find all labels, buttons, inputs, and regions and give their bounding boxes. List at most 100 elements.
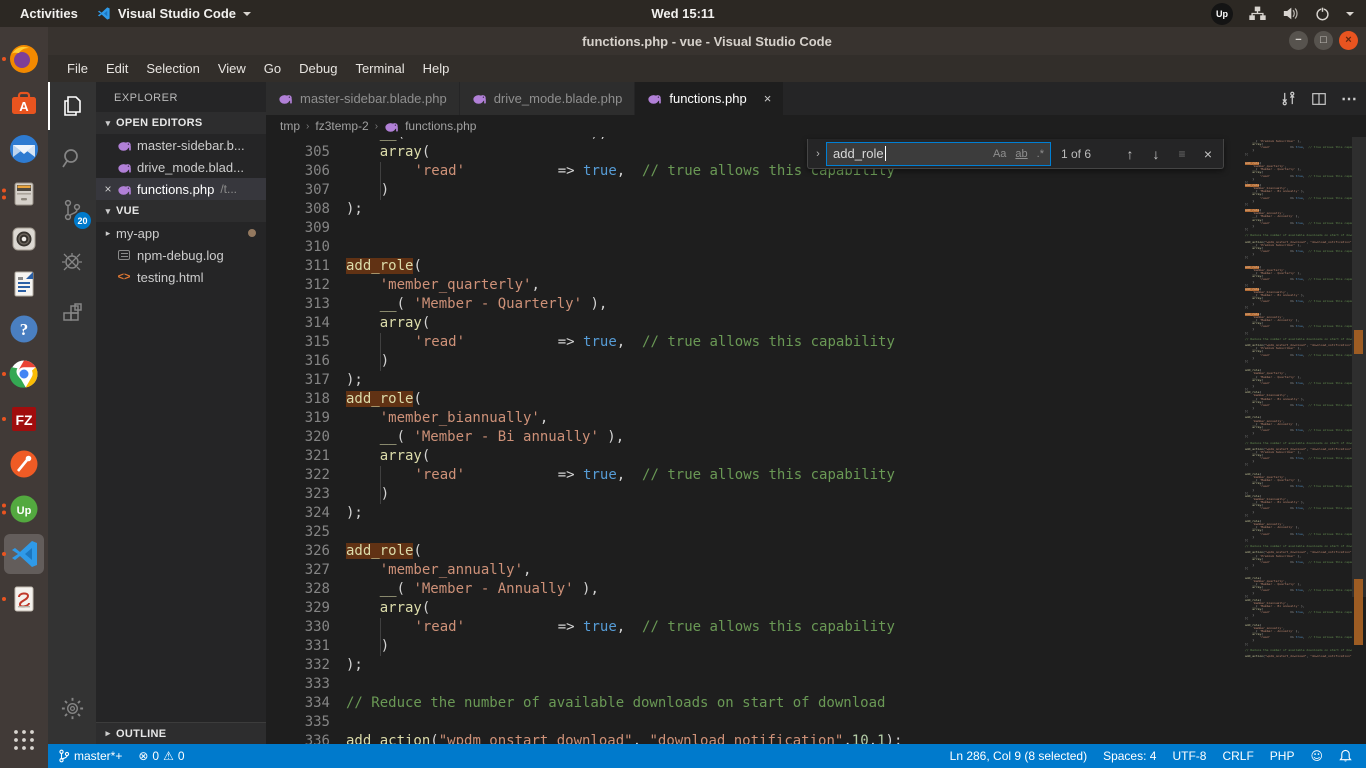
- tree-item-testing-html[interactable]: <>testing.html: [96, 266, 266, 288]
- menu-item-edit[interactable]: Edit: [97, 57, 137, 80]
- window-title-bar[interactable]: functions.php - vue - Visual Studio Code…: [48, 27, 1366, 55]
- split-editor-icon[interactable]: [1311, 91, 1327, 107]
- dock-item-libreoffice-writer[interactable]: [0, 261, 48, 306]
- code-line[interactable]: 332);: [266, 656, 1256, 675]
- dock-item-document-viewer[interactable]: [0, 576, 48, 621]
- breadcrumb-item[interactable]: tmp: [280, 119, 300, 133]
- debug-activity-button[interactable]: [48, 238, 96, 286]
- close-button[interactable]: ×: [1339, 31, 1358, 50]
- source-control-activity-button[interactable]: 20: [48, 186, 96, 234]
- tree-item-npm-debug-log[interactable]: npm-debug.log: [96, 244, 266, 266]
- code-line[interactable]: 316 ): [266, 352, 1256, 371]
- breadcrumb-item[interactable]: fz3temp-2: [315, 119, 368, 133]
- close-editor-icon[interactable]: ×: [100, 182, 116, 196]
- scrollbar-thumb[interactable]: [1352, 137, 1366, 597]
- code-line[interactable]: 310: [266, 238, 1256, 257]
- notifications-bell-icon[interactable]: [1331, 744, 1360, 768]
- next-match-button[interactable]: ↓: [1145, 143, 1167, 165]
- code-line[interactable]: 325: [266, 523, 1256, 542]
- open-changes-icon[interactable]: [1280, 90, 1297, 107]
- language-mode-status[interactable]: PHP: [1262, 744, 1303, 768]
- extensions-activity-button[interactable]: [48, 290, 96, 338]
- menu-item-terminal[interactable]: Terminal: [346, 57, 413, 80]
- code-line[interactable]: 323 ): [266, 485, 1256, 504]
- toggle-replace-chevron-icon[interactable]: ›: [810, 148, 826, 160]
- dock-item-ubuntu-software[interactable]: A: [0, 81, 48, 126]
- code-line[interactable]: 324);: [266, 504, 1256, 523]
- code-line[interactable]: 330 'read' => true, // true allows this …: [266, 618, 1256, 637]
- previous-match-button[interactable]: ↑: [1119, 143, 1141, 165]
- maximize-button[interactable]: □: [1314, 31, 1333, 50]
- menu-item-view[interactable]: View: [209, 57, 255, 80]
- editor-scrollbar[interactable]: [1352, 115, 1366, 744]
- tree-item-my-app[interactable]: ▸my-app: [96, 222, 266, 244]
- dock-item-show-applications[interactable]: [0, 717, 48, 762]
- code-area[interactable]: 304 __( 'Premium Subscriber' ),305 array…: [266, 124, 1256, 751]
- find-in-selection-button[interactable]: ≡: [1171, 143, 1193, 165]
- dock-item-chrome[interactable]: [0, 351, 48, 396]
- code-line[interactable]: 329 array(: [266, 599, 1256, 618]
- whole-word-toggle[interactable]: ab: [1012, 147, 1030, 161]
- upwork-tray-icon[interactable]: Up: [1211, 3, 1233, 25]
- network-icon[interactable]: [1249, 6, 1266, 21]
- indentation-status[interactable]: Spaces: 4: [1095, 744, 1164, 768]
- code-line[interactable]: 333: [266, 675, 1256, 694]
- code-line[interactable]: 321 array(: [266, 447, 1256, 466]
- search-activity-button[interactable]: [48, 134, 96, 182]
- dock-item-postman[interactable]: [0, 441, 48, 486]
- more-actions-icon[interactable]: ⋯: [1341, 89, 1358, 109]
- system-menu-caret-icon[interactable]: [1346, 12, 1354, 16]
- menu-item-file[interactable]: File: [58, 57, 97, 80]
- dock-item-files[interactable]: [0, 171, 48, 216]
- code-line[interactable]: 335: [266, 713, 1256, 732]
- tab-master-sidebar-blade-php[interactable]: master-sidebar.blade.php: [266, 82, 460, 115]
- tab-drive-mode-blade-php[interactable]: drive_mode.blade.php: [460, 82, 636, 115]
- menu-item-go[interactable]: Go: [255, 57, 290, 80]
- breadcrumb-item[interactable]: functions.php: [405, 119, 476, 133]
- project-section-header[interactable]: ▾ VUE: [96, 200, 266, 222]
- dock-item-help[interactable]: ?: [0, 306, 48, 351]
- close-tab-icon[interactable]: ×: [764, 91, 772, 106]
- outline-section-header[interactable]: ▸ OUTLINE: [96, 722, 266, 744]
- open-editor-item[interactable]: ×functions.php/t...: [96, 178, 266, 200]
- open-editor-item[interactable]: master-sidebar.b...: [96, 134, 266, 156]
- code-line[interactable]: 322 'read' => true, // true allows this …: [266, 466, 1256, 485]
- code-line[interactable]: 308);: [266, 200, 1256, 219]
- code-line[interactable]: 326add_role(: [266, 542, 1256, 561]
- dock-item-firefox[interactable]: [0, 36, 48, 81]
- close-find-button[interactable]: ×: [1197, 143, 1219, 165]
- code-line[interactable]: 313 __( 'Member - Quarterly' ),: [266, 295, 1256, 314]
- code-line[interactable]: 319 'member_biannually',: [266, 409, 1256, 428]
- code-line[interactable]: 327 'member_annually',: [266, 561, 1256, 580]
- feedback-smiley-icon[interactable]: ☺: [1302, 744, 1331, 768]
- menu-item-debug[interactable]: Debug: [290, 57, 346, 80]
- code-line[interactable]: 320 __( 'Member - Bi annually' ),: [266, 428, 1256, 447]
- dock-item-rhythmbox[interactable]: [0, 216, 48, 261]
- regex-toggle[interactable]: .*: [1034, 147, 1047, 161]
- volume-icon[interactable]: [1282, 6, 1299, 21]
- open-editor-item[interactable]: drive_mode.blad...: [96, 156, 266, 178]
- code-line[interactable]: 334// Reduce the number of available dow…: [266, 694, 1256, 713]
- code-line[interactable]: 312 'member_quarterly',: [266, 276, 1256, 295]
- code-line[interactable]: 314 array(: [266, 314, 1256, 333]
- explorer-activity-button[interactable]: [48, 82, 96, 130]
- code-line[interactable]: 307 ): [266, 181, 1256, 200]
- power-icon[interactable]: [1315, 6, 1330, 21]
- match-case-toggle[interactable]: Aa: [990, 147, 1009, 161]
- code-line[interactable]: 309: [266, 219, 1256, 238]
- breadcrumb[interactable]: tmp›fz3temp-2›functions.php: [266, 115, 1259, 137]
- manage-settings-button[interactable]: [48, 684, 96, 732]
- code-line[interactable]: 317);: [266, 371, 1256, 390]
- code-line[interactable]: 315 'read' => true, // true allows this …: [266, 333, 1256, 352]
- menu-item-help[interactable]: Help: [414, 57, 459, 80]
- encoding-status[interactable]: UTF-8: [1164, 744, 1214, 768]
- cursor-position-status[interactable]: Ln 286, Col 9 (8 selected): [942, 744, 1095, 768]
- eol-status[interactable]: CRLF: [1214, 744, 1261, 768]
- problems-status[interactable]: ⊗ 0 ⚠ 0: [130, 744, 192, 768]
- dock-item-upwork[interactable]: Up: [0, 486, 48, 531]
- code-line[interactable]: 328 __( 'Member - Annually' ),: [266, 580, 1256, 599]
- code-line[interactable]: 331 ): [266, 637, 1256, 656]
- dock-item-vscode[interactable]: [0, 531, 48, 576]
- code-line[interactable]: 318add_role(: [266, 390, 1256, 409]
- code-line[interactable]: 311add_role(: [266, 257, 1256, 276]
